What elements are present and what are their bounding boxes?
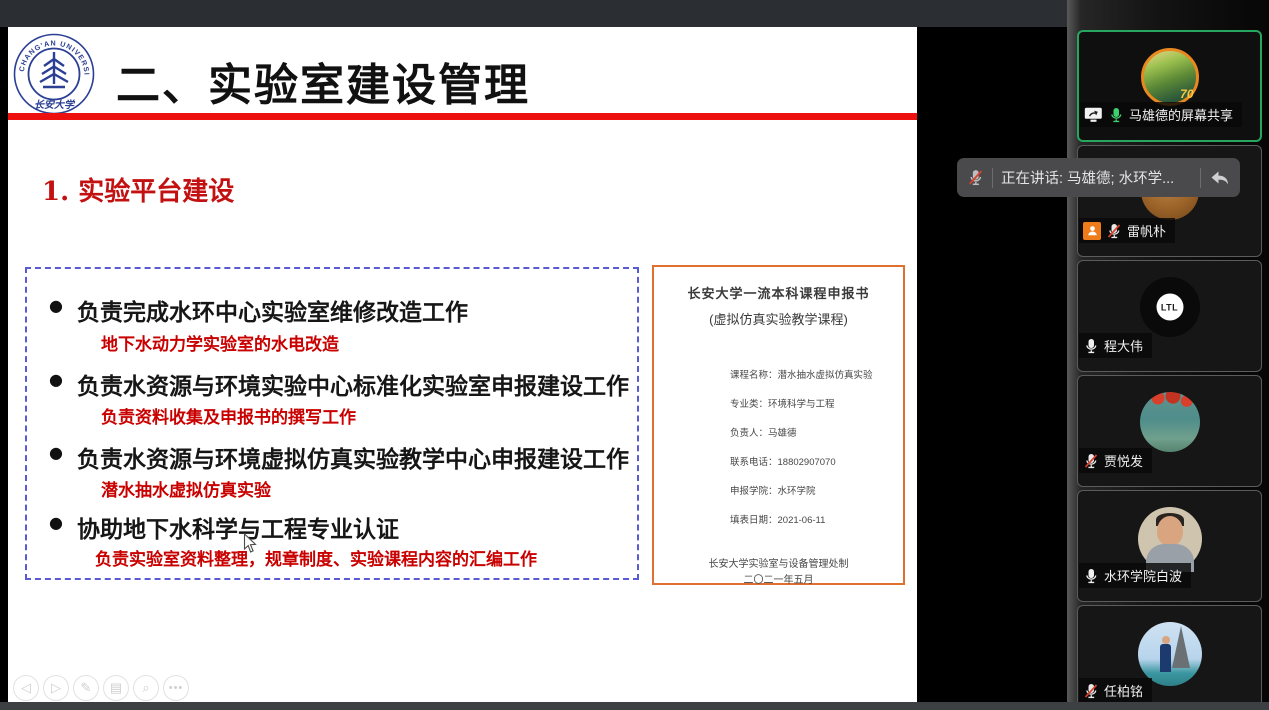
participant-name: 任柏铭 (1104, 681, 1143, 700)
participants-sidebar[interactable]: 70 马雄德的屏幕共享 (1067, 0, 1269, 710)
more-options-button[interactable]: ••• (163, 675, 189, 701)
bottom-strip (0, 702, 1269, 710)
participant-name-bar: 贾悦发 (1079, 448, 1152, 473)
doc-field-phone: 联系电话：18802907070 (730, 454, 836, 468)
participant-name: 程大伟 (1104, 336, 1143, 355)
toast-divider (992, 168, 993, 188)
bullet-2-sub: 负责资料收集及申报书的撰写工作 (101, 403, 356, 428)
title-underline (8, 113, 917, 120)
bullet-3-sub: 潜水抽水虚拟仿真实验 (101, 476, 271, 501)
bullet-list-box: 负责完成水环中心实验室维修改造工作 地下水动力学实验室的水电改造 负责水资源与环… (25, 267, 639, 580)
meeting-window: CHANG'AN UNIVERSITY 长安大学 二、实验室建设管理 1. 实验… (0, 0, 1269, 710)
window-titlebar (0, 0, 1069, 27)
participant-name-bar: 雷帆朴 (1079, 218, 1175, 243)
presentation-slide: CHANG'AN UNIVERSITY 长安大学 二、实验室建设管理 1. 实验… (8, 27, 917, 702)
doc-footer-date: 二〇二一年五月 (654, 571, 903, 586)
slides-grid-icon: ▤ (110, 680, 122, 696)
avatar: 70 (1141, 48, 1199, 106)
microphone-muted-icon (1083, 453, 1099, 469)
participant-tile-jiayuefa[interactable]: 贾悦发 (1077, 375, 1262, 487)
doc-field-course: 课程名称：潜水抽水虚拟仿真实验 (730, 367, 873, 381)
pen-icon: ✎ (81, 680, 92, 696)
doc-footer-publisher: 长安大学实验室与设备管理处制 (654, 555, 903, 570)
next-icon: ▷ (51, 680, 61, 696)
bullet-1-sub: 地下水动力学实验室的水电改造 (101, 330, 339, 355)
slideshow-controls: ◁ ▷ ✎ ▤ ⌕ ••• (13, 675, 189, 701)
doc-field-major: 专业类：环境科学与工程 (730, 396, 835, 410)
screen-share-stage: CHANG'AN UNIVERSITY 长安大学 二、实验室建设管理 1. 实验… (0, 27, 1069, 702)
previous-slide-button[interactable]: ◁ (13, 675, 39, 701)
doc-subtitle: (虚拟仿真实验教学课程) (654, 309, 903, 328)
bullet-3: 负责水资源与环境虚拟仿真实验教学中心申报建设工作 (77, 440, 629, 474)
doc-title: 长安大学一流本科课程申报书 (654, 283, 903, 302)
microphone-active-icon (1108, 107, 1124, 123)
mouse-cursor (243, 533, 258, 554)
reply-arrow-icon[interactable] (1209, 169, 1230, 187)
bullet-1: 负责完成水环中心实验室维修改造工作 (77, 293, 468, 327)
avatar (1140, 392, 1200, 452)
avatar: LTL (1140, 277, 1200, 337)
ellipsis-icon: ••• (169, 682, 184, 694)
section-heading: 1. 实验平台建设 (42, 171, 234, 208)
changan-university-logo: CHANG'AN UNIVERSITY 长安大学 (12, 32, 96, 116)
doc-field-date: 填表日期：2021-06-11 (730, 512, 825, 526)
toast-divider (1200, 168, 1201, 188)
microphone-on-icon (1083, 338, 1099, 354)
participant-name: 水环学院白波 (1104, 566, 1182, 585)
next-slide-button[interactable]: ▷ (43, 675, 69, 701)
microphone-muted-icon (1106, 223, 1122, 239)
bullet-4: 协助地下水科学与工程专业认证 (77, 510, 399, 544)
doc-field-leader: 负责人：马雄德 (730, 425, 797, 439)
participant-tile-baibo[interactable]: 水环学院白波 (1077, 490, 1262, 602)
participant-name: 马雄德的屏幕共享 (1129, 105, 1233, 124)
speaking-toast-text: 正在讲话: 马雄德; 水环学... (1001, 167, 1192, 188)
participant-name: 雷帆朴 (1127, 221, 1166, 240)
participant-name: 贾悦发 (1104, 451, 1143, 470)
speaking-toast: 正在讲话: 马雄德; 水环学... (957, 158, 1240, 197)
participant-tile-maxiongde-share[interactable]: 70 马雄德的屏幕共享 (1077, 30, 1262, 142)
participant-name-bar: 程大伟 (1079, 333, 1152, 358)
participant-tile-renboming[interactable]: 任柏铭 (1077, 605, 1262, 710)
microphone-muted-icon (967, 169, 984, 186)
screen-share-icon (1084, 107, 1103, 123)
participant-name-bar: 马雄德的屏幕共享 (1080, 102, 1242, 127)
doc-field-college: 申报学院：水环学院 (730, 483, 816, 497)
previous-icon: ◁ (21, 680, 31, 696)
avatar (1138, 507, 1202, 571)
pen-tool-button[interactable]: ✎ (73, 675, 99, 701)
hand-raised-icon (1083, 222, 1101, 240)
course-application-document: 长安大学一流本科课程申报书 (虚拟仿真实验教学课程) 课程名称：潜水抽水虚拟仿真… (652, 265, 905, 585)
all-slides-button[interactable]: ▤ (103, 675, 129, 701)
microphone-on-icon (1083, 568, 1099, 584)
participant-tile-chengdawei[interactable]: LTL 程大伟 (1077, 260, 1262, 372)
avatar-monogram: LTL (1156, 294, 1183, 321)
bullet-4-sub: 负责实验室资料整理，规章制度、实验课程内容的汇编工作 (95, 545, 537, 570)
avatar-badge: 70 (1180, 87, 1193, 101)
participant-name-bar: 任柏铭 (1079, 678, 1152, 703)
zoom-button[interactable]: ⌕ (133, 675, 159, 701)
bullet-2: 负责水资源与环境实验中心标准化实验室申报建设工作 (77, 367, 629, 401)
logo-bottom-text: 长安大学 (34, 99, 76, 111)
magnifier-icon: ⌕ (142, 680, 149, 696)
slide-title: 二、实验室建设管理 (116, 49, 530, 113)
participant-name-bar: 水环学院白波 (1079, 563, 1191, 588)
microphone-muted-icon (1083, 683, 1099, 699)
avatar (1138, 622, 1202, 686)
